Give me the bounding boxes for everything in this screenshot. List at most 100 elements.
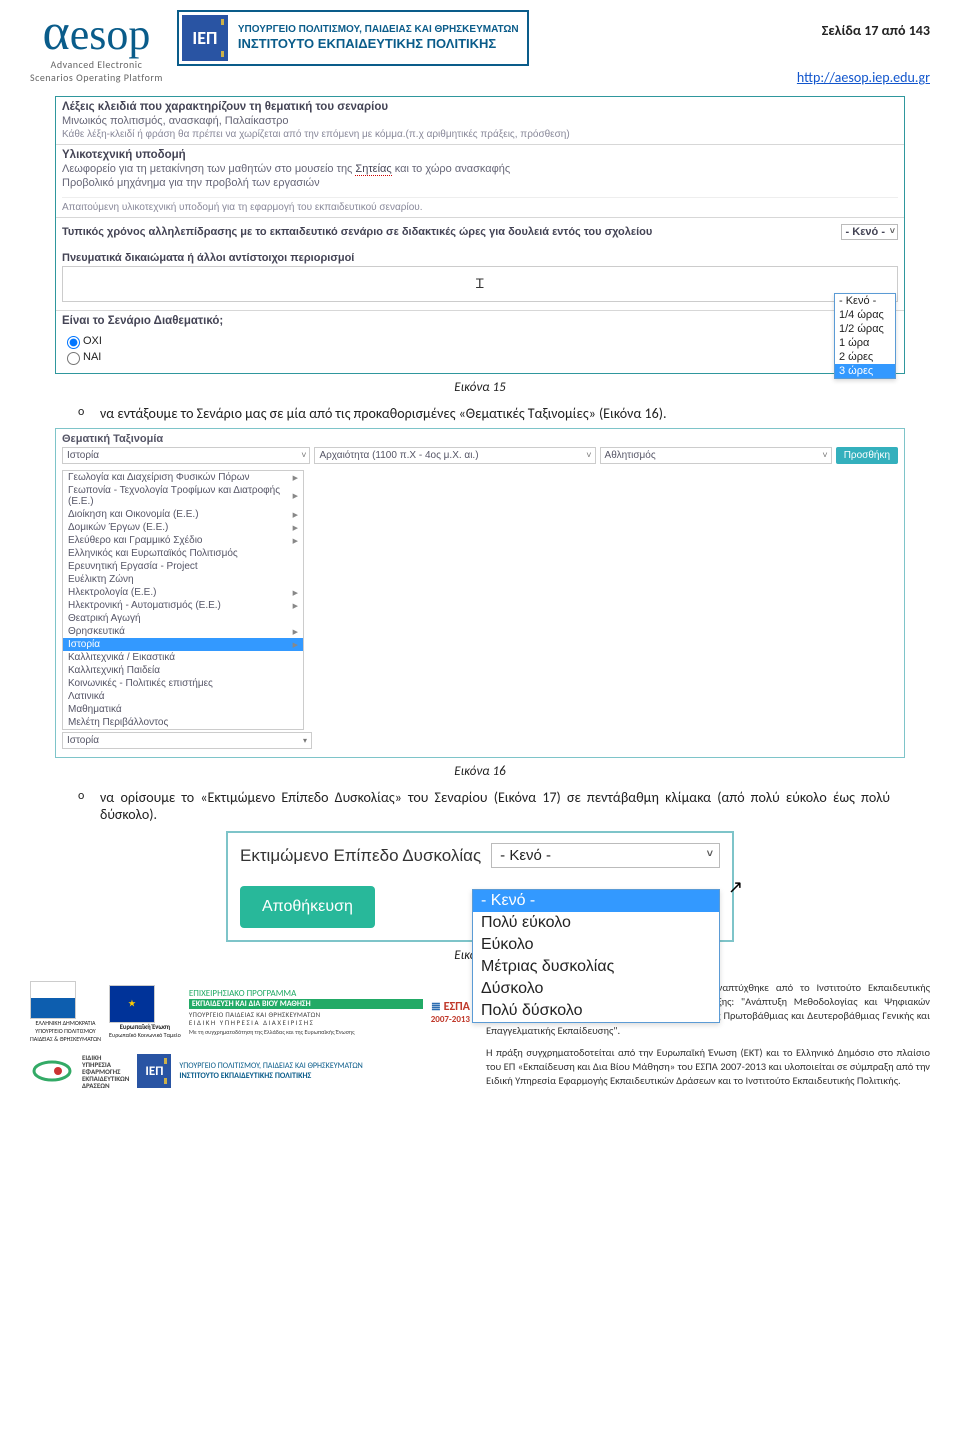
taxonomy-option[interactable]: Δομικών Έργων (Ε.Ε.)▶ [63, 521, 303, 534]
difficulty-option[interactable]: - Κενό - [473, 890, 719, 912]
infra-label: Υλικοτεχνική υποδομή [62, 149, 898, 161]
difficulty-label: Εκτιμώμενο Επίπεδο Δυσκολίας [240, 846, 481, 866]
infra-line1-b: και το χώρο ανασκαφής [392, 163, 510, 175]
taxonomy-option[interactable]: Γεωλογία και Διαχείριση Φυσικών Πόρων▶ [63, 471, 303, 484]
iep-line2: ΙΝΣΤΙΤΟΥΤΟ ΕΚΠΑΙΔΕΥΤΙΚΗΣ ΠΟΛΙΤΙΚΗΣ [238, 36, 519, 52]
infra-line1[interactable]: Λεωφορείο για τη μετακίνηση των μαθητών … [62, 163, 898, 175]
hours-label: Τυπικός χρόνος αλληλεπίδρασης με το εκπα… [62, 226, 652, 238]
radio-yes-input[interactable] [67, 352, 80, 365]
eu-cap2: Ευρωπαϊκό Κοινωνικό Ταμείο [109, 1031, 181, 1039]
prog-sub2: ΕΙΔΙΚΗ ΥΠΗΡΕΣΙΑ ΔΙΑΧΕΙΡΙΣΗΣ [189, 1019, 423, 1027]
iep-logo: ΙΕΠ ΥΠΟΥΡΓΕΙΟ ΠΟΛΙΤΙΣΜΟΥ, ΠΑΙΔΕΙΑΣ ΚΑΙ Θ… [177, 10, 529, 66]
gr-cap3: ΠΑΙΔΕΙΑΣ & ΘΡΗΣΚΕΥΜΑΤΩΝ [30, 1035, 101, 1043]
taxonomy-option[interactable]: Μαθηματικά [63, 703, 303, 716]
save-button[interactable]: Αποθήκευση [240, 886, 375, 928]
figure-16: Θεματική Ταξινομία Ιστορία Αρχαιότητα (1… [55, 428, 905, 758]
paragraph-1: να εντάξουμε το Σενάριο μας σε μία από τ… [100, 405, 890, 422]
keywords-label: Λέξεις κλειδιά που χαρακτηρίζουν τη θεμα… [62, 101, 898, 113]
hours-select[interactable]: - Κενό - [841, 224, 898, 240]
aesop-sub1: Advanced Electronic [51, 59, 143, 70]
radio-no[interactable]: ΟΧΙ [62, 333, 898, 349]
gr-cap1: ΕΛΛΗΝΙΚΗ ΔΗΜΟΚΡΑΤΙΑ [30, 1019, 101, 1027]
infra-hint: Απαιτούμενη υλικοτεχνική υποδομή για τη … [62, 197, 898, 213]
difficulty-option[interactable]: Μέτριας δυσκολίας [473, 956, 719, 978]
thematic-label: Είναι το Σενάριο Διαθεματικό; [56, 311, 904, 331]
radio-no-input[interactable] [67, 336, 80, 349]
rights-label: Πνευματικά δικαιώματα ή άλλοι αντίστοιχο… [56, 246, 904, 266]
page-number: Σελίδα 17 από 143 [822, 22, 930, 39]
taxonomy-label: Θεματική Ταξινομία [62, 433, 898, 445]
paragraph-2: να ορίσουμε το «Εκτιμώμενο Επίπεδο Δυσκο… [100, 789, 890, 823]
difficulty-dropdown[interactable]: - Κενό -Πολύ εύκολοΕύκολοΜέτριας δυσκολί… [472, 889, 720, 1023]
keywords-hint: Κάθε λέξη-κλειδί ή φράση θα πρέπει να χω… [62, 129, 898, 140]
footer-text-2: Η πράξη συγχρηματοδοτείται από την Ευρωπ… [486, 1046, 930, 1089]
chevron-right-icon: ▶ [293, 602, 298, 610]
difficulty-option[interactable]: Πολύ δύσκολο [473, 1000, 719, 1022]
infra-line1-a: Λεωφορείο για τη μετακίνηση των μαθητών … [62, 163, 355, 175]
hours-option[interactable]: - Κενό - [835, 294, 895, 308]
hours-option[interactable]: 1/4 ώρας [835, 308, 895, 322]
figure-16-caption: Εικόνα 16 [30, 764, 930, 779]
chevron-right-icon: ▶ [293, 524, 298, 532]
add-button[interactable]: Προσθήκη [836, 447, 898, 464]
taxonomy-select-3[interactable]: Αθλητισμός [600, 447, 832, 464]
iep-square: ΙΕΠ [182, 15, 228, 61]
radio-yes[interactable]: ΝΑΙ [62, 349, 898, 365]
prog-line1: ΕΠΙΧΕΙΡΗΣΙΑΚΟ ΠΡΟΓΡΑΜΜΑ [189, 989, 423, 999]
keywords-value[interactable]: Μινωικός πολιτισμός, ανασκαφή, Παλαίκαστ… [62, 115, 898, 127]
taxonomy-option[interactable]: Ελεύθερο και Γραμμικό Σχέδιο▶ [63, 534, 303, 547]
chevron-right-icon: ▶ [293, 537, 298, 545]
difficulty-option[interactable]: Πολύ εύκολο [473, 912, 719, 934]
thematic-radio-group: ΟΧΙ ΝΑΙ [56, 331, 904, 373]
gr-cap2: ΥΠΟΥΡΓΕΙΟ ΠΟΛΙΤΙΣΜΟΥ [30, 1027, 101, 1035]
greece-flag-icon [30, 981, 76, 1019]
infra-line2[interactable]: Προβολικό μηχάνημα για την προβολή των ε… [62, 177, 898, 189]
iep-footer-icon: ΙΕΠ [137, 1054, 171, 1088]
page-header: αesop Advanced Electronic Scenarios Oper… [30, 10, 930, 86]
aesop-sub2: Scenarios Operating Platform [30, 72, 163, 83]
difficulty-option[interactable]: Δύσκολο [473, 978, 719, 1000]
taxonomy-option[interactable]: Ερευνητική Εργασία - Project [63, 560, 303, 573]
taxonomy-option[interactable]: Διοίκηση και Οικονομία (Ε.Ε.)▶ [63, 508, 303, 521]
eye-logo-icon [30, 1053, 74, 1089]
iep-foot2: ΙΝΣΤΙΤΟΥΤΟ ΕΚΠΑΙΔΕΥΤΙΚΗΣ ΠΟΛΙΤΙΚΗΣ [179, 1071, 362, 1081]
taxonomy-option[interactable]: Ηλεκτρολογία (Ε.Ε.)▶ [63, 586, 303, 599]
chevron-right-icon: ▶ [293, 589, 298, 597]
taxonomy-foot[interactable]: Ιστορία ▾ [62, 732, 312, 749]
taxonomy-option[interactable]: Ελληνικός και Ευρωπαϊκός Πολιτισμός [63, 547, 303, 560]
rights-input[interactable]: Ꮖ [62, 266, 898, 302]
taxonomy-option[interactable]: Μελέτη Περιβάλλοντος [63, 716, 303, 729]
taxonomy-option[interactable]: Θεατρική Αγωγή [63, 612, 303, 625]
difficulty-select[interactable]: - Κενό - [491, 843, 720, 868]
chevron-right-icon: ▶ [293, 641, 298, 649]
hours-option[interactable]: 1 ώρα [835, 336, 895, 350]
taxonomy-option[interactable]: Θρησκευτικά▶ [63, 625, 303, 638]
iep-line1: ΥΠΟΥΡΓΕΙΟ ΠΟΛΙΤΙΣΜΟΥ, ΠΑΙΔΕΙΑΣ ΚΑΙ ΘΡΗΣΚ… [238, 24, 519, 36]
eu-flag-icon: ★ [109, 985, 155, 1023]
infra-link[interactable]: Σητείας [355, 163, 391, 176]
taxonomy-option[interactable]: Καλλιτεχνικά / Εικαστικά [63, 651, 303, 664]
page-number-area: Σελίδα 17 από 143 http://aesop.iep.edu.g… [797, 10, 930, 86]
taxonomy-option[interactable]: Ευέλικτη Ζώνη [63, 573, 303, 586]
taxonomy-option[interactable]: Ηλεκτρονική - Αυτοματισμός (Ε.Ε.)▶ [63, 599, 303, 612]
hours-dropdown[interactable]: - Κενό -1/4 ώρας1/2 ώρας1 ώρα2 ώρες3 ώρε… [834, 293, 896, 379]
taxonomy-option[interactable]: Ιστορία▶ [63, 638, 303, 651]
hours-option[interactable]: 2 ώρες [835, 350, 895, 364]
taxonomy-option[interactable]: Καλλιτεχνική Παιδεία [63, 664, 303, 677]
site-url[interactable]: http://aesop.iep.edu.gr [797, 69, 930, 86]
prog-line2: ΕΚΠΑΙΔΕΥΣΗ ΚΑΙ ΔΙΑ ΒΙΟΥ ΜΑΘΗΣΗ [189, 999, 423, 1010]
figure-15: Λέξεις κλειδιά που χαρακτηρίζουν τη θεμα… [55, 96, 905, 374]
taxonomy-option[interactable]: Κοινωνικές - Πολιτικές επιστήμες [63, 677, 303, 690]
taxonomy-option[interactable]: Γεωπονία - Τεχνολογία Τροφίμων και Διατρ… [63, 484, 303, 508]
taxonomy-dropdown[interactable]: Γεωλογία και Διαχείριση Φυσικών Πόρων▶Γε… [62, 470, 304, 730]
difficulty-option[interactable]: Εύκολο [473, 934, 719, 956]
taxonomy-select-2[interactable]: Αρχαιότητα (1100 π.Χ - 4ος μ.Χ. αι.) [314, 447, 595, 464]
taxonomy-foot-text: Ιστορία [67, 735, 99, 746]
taxonomy-option[interactable]: Λατινικά [63, 690, 303, 703]
text-cursor-icon: Ꮖ [476, 276, 485, 292]
aesop-word: αesop [42, 10, 150, 57]
chevron-right-icon: ▶ [293, 474, 298, 482]
taxonomy-select-1[interactable]: Ιστορία [62, 447, 310, 464]
hours-option[interactable]: 1/2 ώρας [835, 322, 895, 336]
hours-option[interactable]: 3 ώρες [835, 364, 895, 378]
